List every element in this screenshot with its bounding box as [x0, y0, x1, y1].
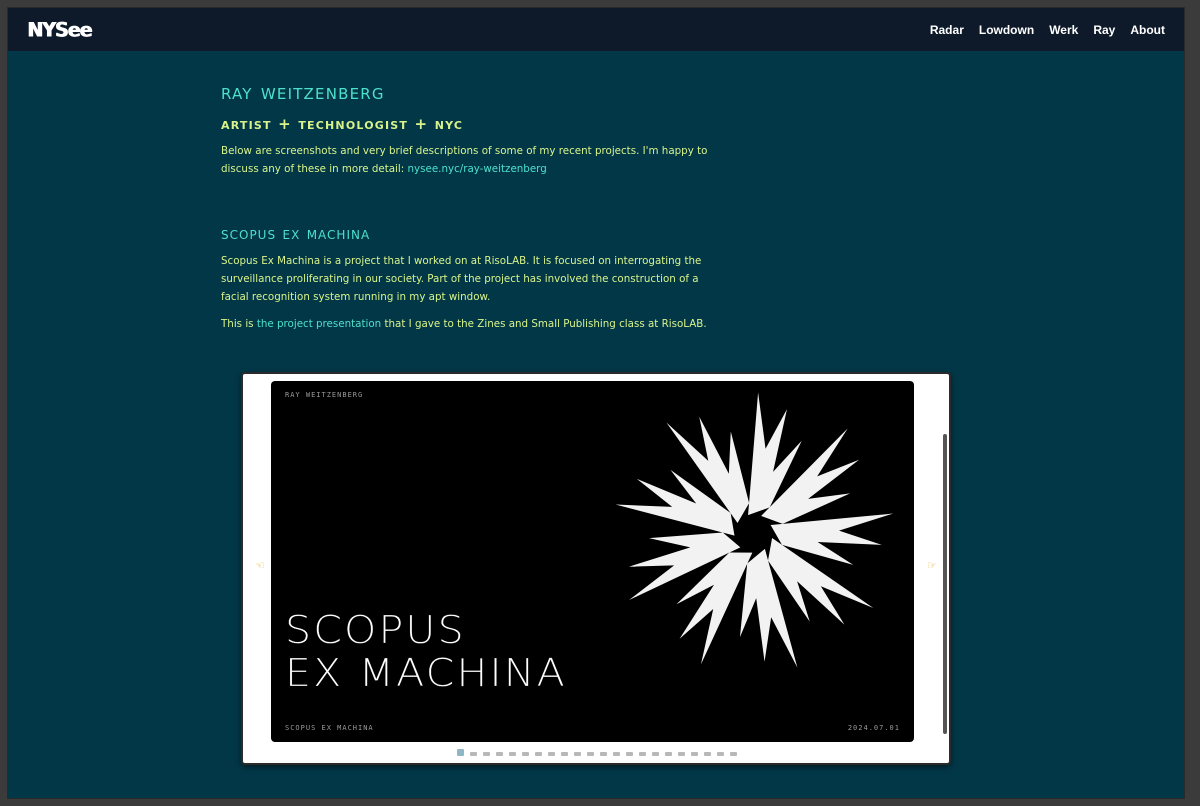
page-title: Ray Weitzenberg — [221, 80, 385, 105]
main-nav: Radar Lowdown Werk Ray About — [930, 23, 1165, 37]
scrollbar[interactable] — [943, 434, 947, 734]
slide-thumbnail[interactable] — [496, 752, 503, 756]
slide-title-line1: SCOPUS — [285, 608, 466, 652]
slide-thumbnail[interactable] — [561, 752, 568, 756]
nav-link-radar[interactable]: Radar — [930, 23, 964, 37]
slide-thumbnail[interactable] — [691, 752, 698, 756]
presentation-prefix: This is — [221, 318, 254, 330]
slide-footer-date: 2024.07.01 — [847, 724, 900, 732]
slide-thumbnail[interactable] — [665, 752, 672, 756]
next-slide-icon[interactable]: ☞ — [927, 559, 937, 572]
slide-thumbnail[interactable] — [730, 752, 737, 756]
nav-link-ray[interactable]: Ray — [1093, 23, 1115, 37]
slide-thumbnail[interactable] — [457, 749, 464, 756]
slide-title: SCOPUS EX MACHINA — [285, 608, 567, 695]
intro-paragraph: Below are screenshots and very brief des… — [221, 142, 721, 178]
nav-link-about[interactable]: About — [1130, 23, 1165, 37]
navbar: NYSee Radar Lowdown Werk Ray About — [8, 8, 1184, 51]
slide-thumbnail[interactable] — [535, 752, 542, 756]
slide-thumbnail[interactable] — [574, 752, 581, 756]
slide-thumbnail[interactable] — [522, 752, 529, 756]
nav-link-lowdown[interactable]: Lowdown — [979, 23, 1034, 37]
slide-thumbnail[interactable] — [717, 752, 724, 756]
slide-thumbnail[interactable] — [652, 752, 659, 756]
slide-thumbnail[interactable] — [587, 752, 594, 756]
project-title: Scopus Ex Machina — [221, 224, 371, 244]
slide-footer-title: SCOPUS EX MACHINA — [285, 724, 374, 732]
profile-link[interactable]: nysee.nyc/ray-weitzenberg — [408, 163, 547, 175]
slide-thumbnail[interactable] — [639, 752, 646, 756]
slide-thumbnail[interactable] — [704, 752, 711, 756]
slide-author: RAY WEITZENBERG — [285, 391, 364, 399]
slide-thumbnails — [457, 749, 737, 756]
slide-thumbnail[interactable] — [548, 752, 555, 756]
presentation-suffix: that I gave to the Zines and Small Publi… — [384, 318, 707, 330]
presentation-paragraph: This is the project presentation that I … — [221, 315, 721, 333]
slide: RAY WEITZENBERG SCOPUS EX MACHINA SCOPUS… — [271, 381, 914, 742]
prev-slide-icon[interactable]: ☜ — [255, 559, 265, 572]
slide-thumbnail[interactable] — [600, 752, 607, 756]
slide-thumbnail[interactable] — [470, 752, 477, 756]
starburst-logo-icon — [615, 392, 894, 668]
site-logo[interactable]: NYSee — [27, 18, 92, 41]
presentation-link[interactable]: the project presentation — [257, 318, 381, 330]
slide-thumbnail[interactable] — [613, 752, 620, 756]
slideshow-embed[interactable]: ☜ RAY WEITZENBERG SCOPUS EX MACHINA SCOP… — [241, 372, 951, 765]
tagline: Artist + Technologist + NYC — [221, 115, 464, 133]
slide-thumbnail[interactable] — [626, 752, 633, 756]
main-content: Ray Weitzenberg Artist + Technologist + … — [221, 80, 721, 333]
slide-thumbnail[interactable] — [483, 752, 490, 756]
slide-thumbnail[interactable] — [509, 752, 516, 756]
nav-link-werk[interactable]: Werk — [1049, 23, 1078, 37]
browser-page: NYSee Radar Lowdown Werk Ray About Ray W… — [8, 8, 1184, 798]
project-description: Scopus Ex Machina is a project that I wo… — [221, 255, 702, 303]
slide-title-line2: EX MACHINA — [285, 651, 567, 695]
slide-thumbnail[interactable] — [678, 752, 685, 756]
